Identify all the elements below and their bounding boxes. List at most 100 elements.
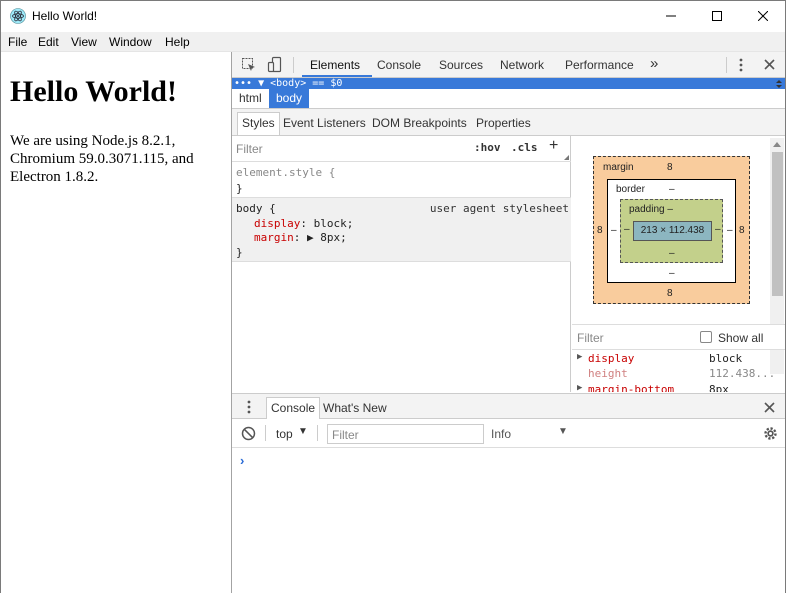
box-model-padding[interactable]: padding – – – – 213 × 112.438 [620, 199, 723, 263]
tab-network[interactable]: Network [500, 58, 544, 72]
class-toggle[interactable]: .cls [511, 141, 538, 154]
maximize-icon [712, 11, 722, 21]
new-style-rule-button[interactable]: + [549, 137, 558, 155]
margin-value[interactable]: : ▶ 8px; [294, 231, 347, 244]
menu-window[interactable]: Window [109, 35, 152, 49]
border-right-value: – [727, 225, 733, 236]
computed-prop-name: height [588, 367, 628, 380]
context-selector[interactable]: top [276, 427, 293, 441]
toolbar-divider [726, 57, 727, 73]
drawer-tab-whats-new[interactable]: What's New [323, 401, 387, 415]
padding-left-value: – [624, 224, 630, 235]
page-paragraph: We are using Node.js 8.2.1, Chromium 59.… [10, 133, 194, 185]
dom-node-text: ••• ▼ <body> == $0 [234, 78, 343, 89]
dom-breadcrumbs: html body [232, 89, 785, 109]
menu-view[interactable]: View [71, 35, 97, 49]
devtools-panel: Elements Console Sources Network Perform… [231, 52, 785, 593]
styles-pane: Filter :hov .cls + element.style { } bod… [232, 136, 571, 392]
tab-dom-breakpoints[interactable]: DOM Breakpoints [372, 116, 467, 130]
drawer-menu-icon[interactable] [246, 399, 252, 415]
app-window: Hello World! File Edit View Window Help … [0, 0, 786, 593]
minimize-button[interactable] [648, 1, 694, 31]
body-selector: body { [236, 202, 276, 215]
toolbar-divider [317, 425, 318, 441]
console-settings-gear-icon[interactable] [763, 426, 778, 441]
border-label: border [616, 184, 645, 195]
context-dropdown-arrow-icon[interactable]: ▼ [298, 426, 308, 437]
expand-arrow-icon[interactable]: ▶ [577, 383, 582, 392]
computed-properties-list: ▶ display block height 112.438... ▶ marg… [572, 350, 785, 392]
display-value[interactable]: : block; [300, 217, 353, 230]
tab-performance[interactable]: Performance [565, 58, 634, 72]
computed-prop-value: 8px [709, 383, 729, 392]
border-left-value: – [611, 225, 617, 236]
title-bar[interactable]: Hello World! [1, 1, 785, 31]
tab-elements[interactable]: Elements [310, 58, 360, 72]
padding-label: padding – [629, 204, 673, 215]
elements-subtabs: Styles Event Listeners DOM Breakpoints P… [232, 109, 785, 136]
active-tab-indicator [302, 75, 372, 77]
tab-sources[interactable]: Sources [439, 58, 483, 72]
border-top-value: – [669, 184, 675, 195]
box-model-margin[interactable]: margin 8 8 8 8 border – – – – padding – … [593, 156, 750, 304]
inspect-element-icon[interactable] [241, 57, 257, 73]
margin-top-value: 8 [667, 162, 673, 173]
devtools-toolbar: Elements Console Sources Network Perform… [232, 52, 785, 78]
tab-console[interactable]: Console [377, 58, 421, 72]
maximize-button[interactable] [694, 1, 740, 31]
close-button[interactable] [740, 1, 786, 31]
box-model-content[interactable]: 213 × 112.438 [633, 221, 712, 241]
body-style-rule[interactable]: body { user agent stylesheet display: bl… [232, 198, 571, 262]
computed-prop-name: margin-bottom [588, 383, 675, 392]
close-devtools-icon[interactable] [764, 59, 775, 70]
tab-styles[interactable]: Styles [237, 112, 280, 135]
drawer-tab-console[interactable]: Console [266, 397, 321, 420]
box-model-border[interactable]: border – – – – padding – – – – 213 × 112… [607, 179, 736, 283]
breadcrumb-html[interactable]: html [232, 89, 269, 108]
more-tabs-button[interactable]: » [650, 55, 658, 72]
scroll-up-arrow-icon[interactable] [773, 141, 781, 147]
computed-filter-input[interactable]: Filter [577, 331, 604, 345]
element-style-rule[interactable]: element.style { } [232, 162, 571, 198]
clear-console-icon[interactable] [241, 426, 256, 441]
show-all-checkbox[interactable] [700, 331, 712, 343]
dom-tree-selected-row[interactable]: ••• ▼ <body> == $0 [232, 78, 785, 89]
drawer-toolbar: Console What's New [232, 393, 785, 420]
breadcrumb-body[interactable]: body [269, 89, 310, 108]
log-level-select[interactable]: Info [491, 427, 511, 441]
margin-bottom-value: 8 [667, 288, 673, 299]
display-property[interactable]: display [254, 217, 300, 230]
tab-properties[interactable]: Properties [476, 116, 531, 130]
margin-property[interactable]: margin [254, 231, 294, 244]
computed-prop-value: 112.438... [709, 367, 776, 380]
margin-left-value: 8 [597, 225, 603, 236]
expand-arrow-icon[interactable]: ▶ [577, 352, 582, 362]
computed-row[interactable]: ▶ margin-bottom 8px [572, 383, 785, 392]
console-filter-input[interactable]: Filter [327, 424, 484, 444]
scroll-arrows-icon[interactable] [775, 80, 783, 88]
menu-edit[interactable]: Edit [38, 35, 59, 49]
computed-row[interactable]: height 112.438... [572, 367, 785, 381]
kebab-menu-icon[interactable] [738, 57, 744, 73]
page-heading: Hello World! [10, 75, 177, 108]
device-toolbar-icon[interactable] [267, 56, 283, 73]
computed-prop-name: display [588, 352, 635, 365]
log-level-dropdown-arrow-icon[interactable]: ▼ [558, 426, 568, 437]
tab-event-listeners[interactable]: Event Listeners [283, 116, 366, 130]
margin-right-value: 8 [739, 225, 745, 236]
body-rule-close: } [236, 246, 243, 259]
box-pane-scrollbar-thumb[interactable] [772, 152, 783, 296]
styles-filter-input[interactable]: Filter [236, 142, 263, 156]
close-icon [758, 11, 768, 21]
computed-row[interactable]: ▶ display block [572, 352, 785, 366]
console-prompt[interactable]: › [240, 453, 244, 468]
menu-help[interactable]: Help [165, 35, 190, 49]
menu-file[interactable]: File [8, 35, 27, 49]
close-drawer-icon[interactable] [764, 402, 775, 413]
computed-prop-value: block [709, 352, 743, 365]
window-title: Hello World! [32, 9, 98, 23]
hover-state-toggle[interactable]: :hov [474, 141, 501, 154]
console-output[interactable]: › [232, 448, 785, 593]
border-bottom-value: – [669, 268, 675, 279]
menu-bar: File Edit View Window Help [1, 32, 785, 52]
